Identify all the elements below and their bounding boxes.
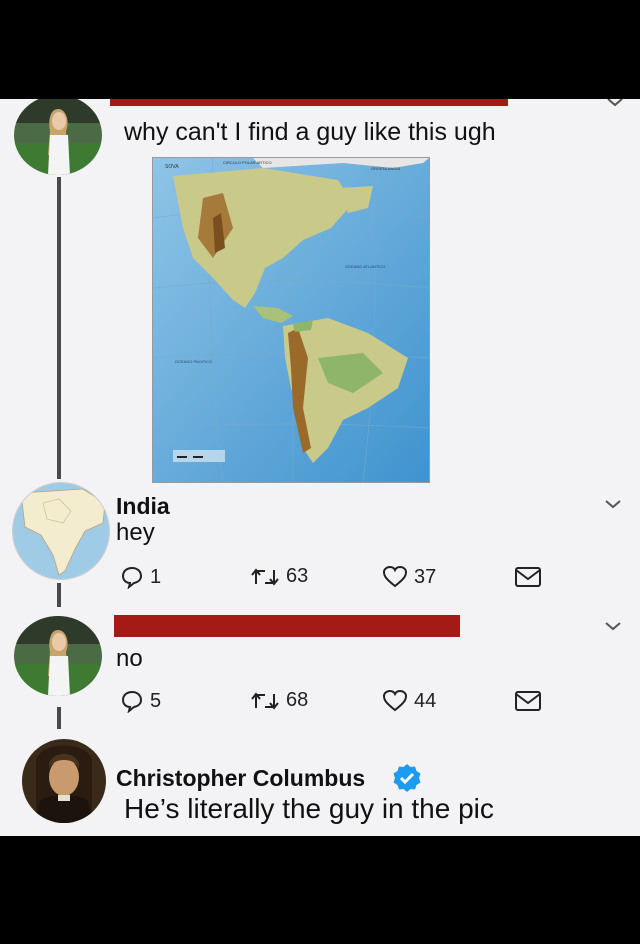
avatar[interactable] — [12, 482, 110, 580]
mail-icon — [515, 691, 541, 711]
map-label: OCEANO PACIFICO — [175, 359, 212, 364]
retweet-count: 68 — [286, 689, 309, 711]
verified-badge-icon — [392, 763, 422, 793]
retweet-button[interactable]: 68 — [250, 689, 308, 712]
reply-button[interactable]: 1 — [120, 565, 161, 589]
reply-text: He’s literally the guy in the pic — [124, 793, 494, 824]
chevron-down-icon[interactable] — [606, 99, 624, 107]
like-button[interactable]: 37 — [382, 565, 436, 589]
reply-author-name[interactable]: India — [116, 493, 170, 520]
retweet-count: 63 — [286, 565, 309, 587]
reply-button[interactable]: 5 — [120, 689, 161, 713]
reply-author-name[interactable]: Christopher Columbus — [116, 765, 365, 792]
retweet-icon — [251, 567, 279, 586]
map-label: OCEANO ATLANTICO — [345, 264, 385, 269]
heart-icon — [382, 565, 408, 588]
mail-icon — [515, 567, 541, 587]
reply-text: no — [116, 645, 143, 672]
thread-line — [57, 707, 61, 729]
message-button[interactable] — [514, 689, 542, 713]
thread-line — [57, 177, 61, 479]
avatar[interactable] — [14, 99, 102, 175]
thread-line — [57, 583, 61, 607]
avatar[interactable] — [22, 739, 106, 823]
chevron-down-icon[interactable] — [604, 499, 622, 509]
americas-map-image[interactable]: SOVA CIRCULO POLAR ARTICO GROENLANDIA OC… — [152, 157, 430, 483]
redacted-username-bar — [110, 99, 508, 106]
heart-icon — [382, 689, 408, 712]
message-button[interactable] — [514, 565, 542, 589]
reply-text: hey — [116, 519, 155, 546]
comment-icon — [121, 566, 143, 589]
like-count: 37 — [414, 565, 437, 588]
map-label: SOVA — [165, 164, 179, 170]
retweet-button[interactable]: 63 — [250, 565, 308, 588]
retweet-icon — [251, 691, 279, 710]
avatar[interactable] — [14, 616, 102, 696]
like-button[interactable]: 44 — [382, 689, 436, 713]
chevron-down-icon[interactable] — [604, 621, 622, 631]
map-label: GROENLANDIA — [371, 166, 400, 171]
reply-count: 1 — [150, 565, 162, 588]
comment-icon — [121, 690, 143, 713]
tweet-thread-panel: why can't I find a guy like this ugh SOV… — [0, 99, 640, 836]
like-count: 44 — [414, 689, 437, 712]
redacted-username-bar — [114, 615, 460, 637]
map-label: CIRCULO POLAR ARTICO — [223, 160, 272, 165]
reply-count: 5 — [150, 689, 162, 712]
tweet-text: why can't I find a guy like this ugh — [124, 118, 496, 146]
